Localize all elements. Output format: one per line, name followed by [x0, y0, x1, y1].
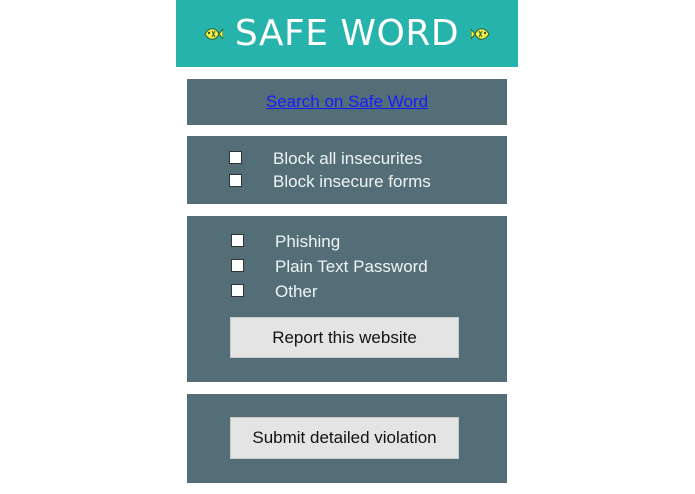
- search-safe-word-link[interactable]: Search on Safe Word: [266, 92, 428, 112]
- fish-icon: [204, 27, 223, 40]
- report-panel: Phishing Plain Text Password Other Repor…: [187, 216, 507, 382]
- violation-panel: Submit detailed violation: [187, 394, 507, 483]
- phishing-label: Phishing: [275, 232, 341, 251]
- other-checkbox[interactable]: [231, 284, 244, 297]
- app-title: SAFE WORD: [234, 13, 460, 54]
- app-header: SAFE WORD: [176, 0, 518, 67]
- other-label: Other: [275, 282, 318, 301]
- report-website-button[interactable]: Report this website: [230, 317, 459, 358]
- phishing-checkbox[interactable]: [231, 234, 244, 247]
- block-insecure-forms-checkbox[interactable]: [229, 174, 242, 187]
- block-all-insecurities-checkbox[interactable]: [229, 151, 242, 164]
- search-panel: Search on Safe Word: [187, 79, 507, 125]
- fish-icon: [471, 27, 490, 40]
- plain-text-password-checkbox[interactable]: [231, 259, 244, 272]
- plain-text-password-label: Plain Text Password: [275, 257, 428, 276]
- block-all-insecurities-label: Block all insecurites: [273, 149, 423, 168]
- block-insecure-forms-label: Block insecure forms: [273, 172, 431, 191]
- submit-detailed-violation-button[interactable]: Submit detailed violation: [230, 417, 459, 459]
- block-options-panel: Block all insecurites Block insecure for…: [187, 136, 507, 204]
